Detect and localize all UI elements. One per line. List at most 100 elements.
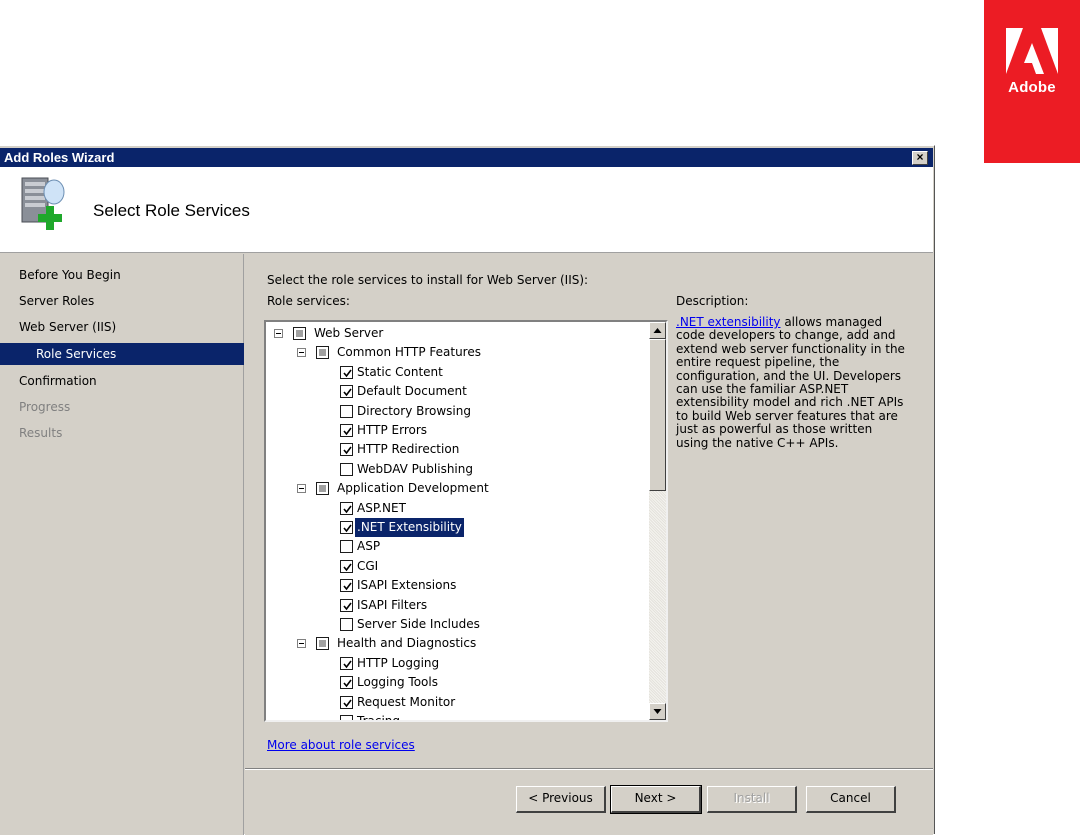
tree-item-label: HTTP Redirection xyxy=(357,442,460,457)
tree-item[interactable]: HTTP Errors xyxy=(266,421,646,440)
tree-item-checkbox[interactable] xyxy=(340,656,353,670)
scroll-thumb[interactable] xyxy=(649,339,666,491)
tree-item[interactable]: Request Monitor xyxy=(266,693,646,712)
tree-item[interactable]: Application Development xyxy=(266,479,646,498)
more-about-role-services-link[interactable]: More about role services xyxy=(267,738,415,752)
tree-item-checkbox[interactable] xyxy=(340,462,353,476)
tree-item[interactable]: Web Server xyxy=(266,324,646,343)
tree-item[interactable]: HTTP Logging xyxy=(266,654,646,673)
collapse-icon[interactable] xyxy=(297,348,306,358)
tree-item-label: ISAPI Filters xyxy=(357,597,428,612)
tree-item-checkbox[interactable] xyxy=(316,346,329,360)
wizard-header: Select Role Services xyxy=(0,167,933,253)
tree-item-checkbox[interactable] xyxy=(340,618,353,631)
tree-item-checkbox[interactable] xyxy=(340,695,353,709)
tree-item-checkbox[interactable] xyxy=(340,443,353,457)
adobe-a-icon xyxy=(1006,28,1058,74)
checkmark-icon xyxy=(343,582,352,591)
tree-item[interactable]: CGI xyxy=(266,557,646,576)
checkmark-icon xyxy=(343,524,352,533)
sidebar-item-web-server[interactable]: Web Server (IIS) xyxy=(0,316,244,338)
sidebar-item-server-roles[interactable]: Server Roles xyxy=(0,290,244,312)
tree-item[interactable]: ISAPI Filters xyxy=(266,596,646,615)
tree-item[interactable]: ASP.NET xyxy=(266,499,646,518)
tree-item-label: Common HTTP Features xyxy=(337,345,481,360)
collapse-icon[interactable] xyxy=(297,639,306,649)
add-roles-wizard-window: Add Roles Wizard × Select Role Services … xyxy=(0,145,935,835)
tree-item[interactable]: Default Document xyxy=(266,382,646,401)
tree-item-label: Web Server xyxy=(314,326,384,340)
tree-item-checkbox[interactable] xyxy=(340,540,353,554)
tree-item-checkbox[interactable] xyxy=(316,482,329,496)
checkmark-icon xyxy=(343,602,352,610)
tree-item-checkbox[interactable] xyxy=(340,559,353,573)
sidebar-item-progress: Progress xyxy=(19,400,71,414)
tree-item-label: Logging Tools xyxy=(357,675,438,690)
description-text: .NET extensibility allows managed code d… xyxy=(676,315,906,450)
tree-scrollbar[interactable] xyxy=(649,322,666,720)
title-bar[interactable]: Add Roles Wizard × xyxy=(0,148,933,167)
window-title: Add Roles Wizard xyxy=(4,150,115,165)
server-add-icon xyxy=(16,176,76,237)
description-body: allows managed code developers to change… xyxy=(676,315,905,450)
tree-item-label: Health and Diagnostics xyxy=(337,636,477,651)
main-content: Select the role services to install for … xyxy=(245,254,933,835)
scroll-down-button[interactable] xyxy=(649,703,666,720)
collapse-icon[interactable] xyxy=(274,329,283,338)
tree-item[interactable]: WebDAV Publishing xyxy=(266,460,646,479)
tree-item[interactable]: Tracing xyxy=(266,712,646,722)
tree-item-label: Server Side Includes xyxy=(357,617,480,631)
tree-item-label: HTTP Logging xyxy=(357,655,440,670)
tree-item[interactable]: ISAPI Extensions xyxy=(266,576,646,595)
tree-item[interactable]: Health and Diagnostics xyxy=(266,634,646,653)
tree-item-label: Tracing xyxy=(357,714,401,722)
tree-item-checkbox[interactable] xyxy=(340,676,353,690)
tree-item-checkbox[interactable] xyxy=(340,715,353,720)
previous-button[interactable]: < Previous xyxy=(516,786,606,813)
tree-item-checkbox[interactable] xyxy=(340,365,353,379)
tree-item-label: Directory Browsing xyxy=(357,403,471,418)
page-title: Select Role Services xyxy=(93,201,250,220)
tree-item-checkbox[interactable] xyxy=(340,404,353,418)
tree-item[interactable]: .NET Extensibility xyxy=(266,517,646,538)
tree-item[interactable]: ASP xyxy=(266,537,646,556)
tree-item-checkbox[interactable] xyxy=(340,501,353,515)
tree-item-checkbox[interactable] xyxy=(340,579,353,593)
collapse-icon[interactable] xyxy=(297,484,306,494)
close-button[interactable]: × xyxy=(912,151,928,165)
tree-item-checkbox[interactable] xyxy=(340,385,353,399)
tree-item-label: Request Monitor xyxy=(357,694,456,709)
tree-item[interactable]: Static Content xyxy=(266,363,646,382)
tree-item-checkbox[interactable] xyxy=(340,521,353,534)
sidebar-item-before-you-begin[interactable]: Before You Begin xyxy=(0,264,244,286)
sidebar-item-role-services[interactable]: Role Services xyxy=(0,343,244,365)
tree-item[interactable]: Directory Browsing xyxy=(266,402,646,421)
tree-item[interactable]: HTTP Redirection xyxy=(266,440,646,459)
tree-item-checkbox[interactable] xyxy=(340,598,353,612)
tree-item-label: Default Document xyxy=(357,384,467,399)
tree-item[interactable]: Server Side Includes xyxy=(266,615,646,634)
role-services-tree[interactable]: Web Server Common HTTP Features Static Con… xyxy=(264,320,668,722)
description-link[interactable]: .NET extensibility xyxy=(676,315,781,329)
checkmark-icon xyxy=(343,660,352,669)
tree-item-label: HTTP Errors xyxy=(357,423,428,437)
tree-item-checkbox[interactable] xyxy=(316,637,329,651)
tree-item-label: ASP xyxy=(357,539,381,554)
scroll-up-button[interactable] xyxy=(649,322,666,339)
checkmark-icon xyxy=(343,679,352,688)
tree-item-checkbox[interactable] xyxy=(293,327,306,340)
checkmark-icon xyxy=(343,427,352,436)
tree-item-label: ASP.NET xyxy=(357,500,406,515)
instruction-text: Select the role services to install for … xyxy=(267,273,589,287)
tree-item-checkbox[interactable] xyxy=(340,424,353,437)
adobe-wordmark: Adobe xyxy=(1008,79,1056,96)
sidebar-item-confirmation[interactable]: Confirmation xyxy=(0,370,244,392)
tree-item-label: .NET Extensibility xyxy=(354,517,465,538)
tree-item-label: WebDAV Publishing xyxy=(357,461,473,476)
checkmark-icon xyxy=(343,369,352,378)
next-button[interactable]: Next > xyxy=(610,785,702,814)
tree-item[interactable]: Common HTTP Features xyxy=(266,343,646,362)
role-services-label: Role services: xyxy=(267,294,350,308)
tree-item[interactable]: Logging Tools xyxy=(266,673,646,692)
cancel-button[interactable]: Cancel xyxy=(806,786,896,813)
